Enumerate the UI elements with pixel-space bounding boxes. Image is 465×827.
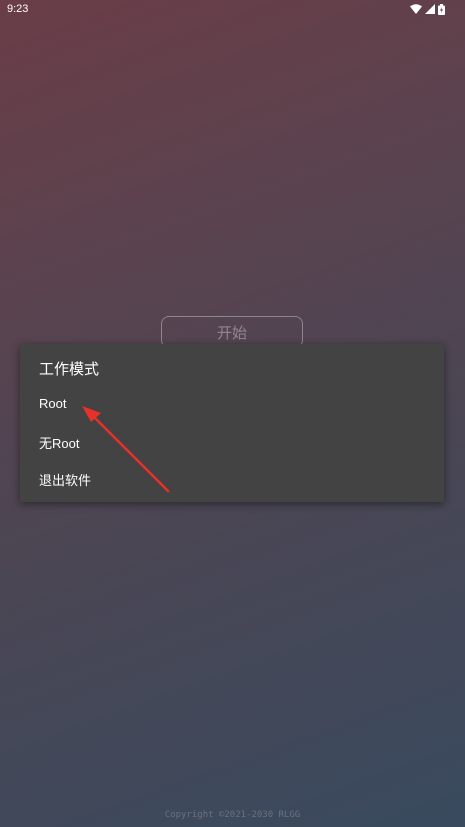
signal-icon [425, 4, 435, 14]
status-time: 9:23 [7, 3, 29, 15]
battery-icon [438, 3, 445, 15]
copyright-text: Copyright ©2021-2030 RLGG [164, 810, 301, 820]
status-icons [410, 3, 445, 15]
dialog-title: 工作模式 [39, 360, 100, 378]
wifi-icon [410, 4, 422, 14]
work-mode-dialog: 工作模式 Root 无Root 退出软件 [20, 344, 444, 502]
status-bar: 9:23 [0, 0, 465, 20]
option-root[interactable]: Root [39, 396, 66, 411]
option-exit-app[interactable]: 退出软件 [39, 470, 91, 489]
option-no-root[interactable]: 无Root [39, 433, 79, 452]
